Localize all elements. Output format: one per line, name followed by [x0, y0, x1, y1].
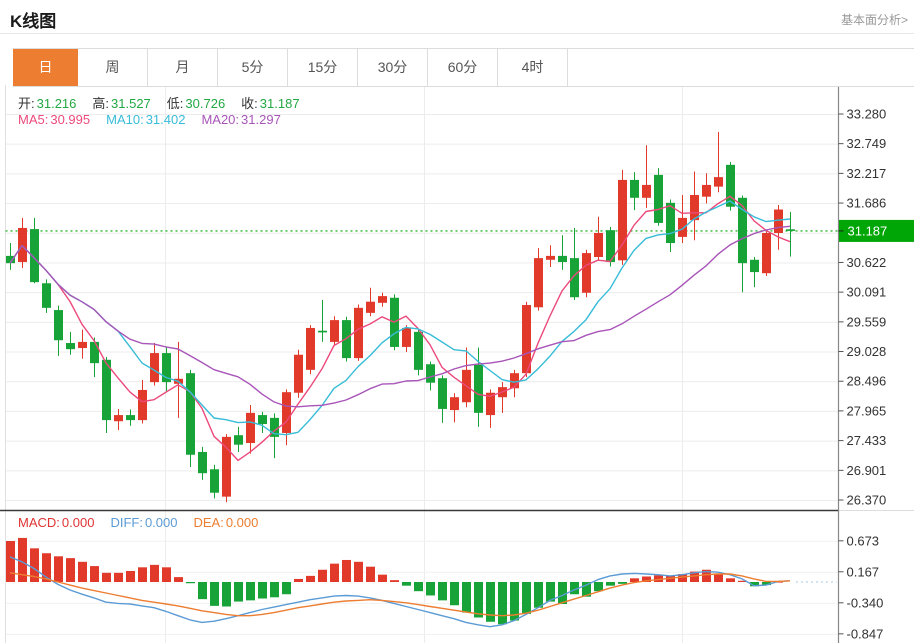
ohlc-item-2: 低:30.726 — [167, 93, 225, 112]
macd-item-label-2: DEA: — [193, 515, 223, 530]
price-tick-label-6: 29.559 — [847, 314, 887, 329]
ma20-line — [10, 226, 790, 406]
ma-item-value-2: 31.297 — [241, 112, 281, 127]
macd-item-value-1: 0.000 — [145, 515, 178, 530]
ohlc-item-1: 高:31.527 — [92, 93, 150, 112]
current-price-badge-text: 31.187 — [848, 223, 888, 238]
ohlc-item-label-1: 高: — [92, 96, 109, 111]
ohlc-item-label-3: 收: — [241, 96, 258, 111]
macd-tick-label-3: -0.847 — [847, 626, 884, 641]
ma-item-2: MA20:31.297 — [201, 112, 280, 127]
price-tick-label-2: 32.217 — [847, 166, 887, 181]
period-tab-4[interactable]: 15分 — [288, 49, 358, 86]
price-tick-label-3: 31.686 — [847, 196, 887, 211]
ma-item-value-1: 31.402 — [146, 112, 186, 127]
ma-item-value-0: 30.995 — [50, 112, 90, 127]
period-tabbar: 日周月5分15分30分60分4时 — [13, 48, 914, 87]
macd-legend: MACD:0.000DIFF:0.000DEA:0.000 — [18, 515, 258, 530]
price-tick-label-12: 26.370 — [847, 492, 887, 507]
ma-legend: MA5:30.995 MA10:31.402 MA20:31.297 — [18, 112, 281, 127]
kline-page: 33.280 32.749 32.217 31.686 30.622 30.091 29.5… — [0, 0, 914, 643]
price-tick-label-11: 26.901 — [847, 463, 887, 478]
ohlc-item-0: 开:31.216 — [18, 93, 76, 112]
macd-item-label-0: MACD: — [18, 515, 60, 530]
ohlc-item-value-3: 31.187 — [260, 96, 300, 111]
ma-item-1: MA10:31.402 — [106, 112, 185, 127]
macd-tick-label-2: -0.340 — [847, 595, 884, 610]
macd-item-1: DIFF:0.000 — [110, 515, 177, 530]
period-tab-1[interactable]: 周 — [78, 49, 148, 86]
candlesticks — [6, 132, 795, 502]
macd-item-2: DEA:0.000 — [193, 515, 258, 530]
price-tick-label-1: 32.749 — [847, 136, 887, 151]
period-tab-7[interactable]: 4时 — [498, 49, 568, 86]
header-divider — [0, 33, 914, 34]
ma-item-label-2: MA20: — [201, 112, 239, 127]
price-tick-label-0: 33.280 — [847, 107, 887, 122]
period-tab-6[interactable]: 60分 — [428, 49, 498, 86]
macd-item-0: MACD:0.000 — [18, 515, 94, 530]
ohlc-item-value-0: 31.216 — [37, 96, 77, 111]
tabbar-filler — [568, 49, 914, 86]
period-tab-0[interactable]: 日 — [13, 49, 78, 86]
fundamental-analysis-link[interactable]: 基本面分析> — [841, 11, 908, 28]
page-title: K线图 — [10, 7, 56, 32]
ma-item-label-0: MA5: — [18, 112, 48, 127]
price-tick-label-9: 27.965 — [847, 403, 887, 418]
ohlc-item-3: 收:31.187 — [241, 93, 299, 112]
price-tick-label-5: 30.091 — [847, 285, 887, 300]
price-tick-label-4: 30.622 — [847, 255, 887, 270]
macd-histogram — [6, 538, 783, 624]
period-tab-3[interactable]: 5分 — [218, 49, 288, 86]
ohlc-item-value-2: 30.726 — [185, 96, 225, 111]
price-tick-label-7: 29.028 — [847, 344, 887, 359]
diff-line — [10, 557, 790, 627]
period-tab-2[interactable]: 月 — [148, 49, 218, 86]
price-tick-label-8: 28.496 — [847, 374, 887, 389]
macd-item-value-2: 0.000 — [226, 515, 259, 530]
period-tab-5[interactable]: 30分 — [358, 49, 428, 86]
macd-tick-label-0: 0.673 — [847, 533, 880, 548]
ohlc-legend: 开:31.216 高:31.527 低:30.726 收:31.187 — [18, 93, 300, 112]
price-tick-label-10: 27.433 — [847, 433, 887, 448]
ma-item-label-1: MA10: — [106, 112, 144, 127]
ohlc-item-label-2: 低: — [167, 96, 184, 111]
macd-item-value-0: 0.000 — [62, 515, 95, 530]
macd-item-label-1: DIFF: — [110, 515, 143, 530]
macd-tick-label-1: 0.167 — [847, 564, 880, 579]
ohlc-item-label-0: 开: — [18, 96, 35, 111]
ma-item-0: MA5:30.995 — [18, 112, 90, 127]
ohlc-item-value-1: 31.527 — [111, 96, 151, 111]
